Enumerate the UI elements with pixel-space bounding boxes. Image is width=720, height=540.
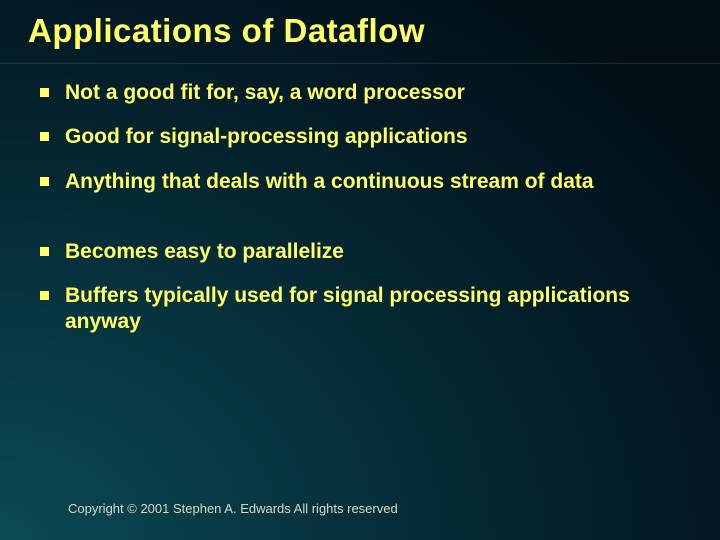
bullet-item: Becomes easy to parallelize bbox=[40, 239, 690, 265]
copyright-footer: Copyright © 2001 Stephen A. Edwards All … bbox=[68, 501, 398, 516]
square-bullet-icon bbox=[40, 88, 49, 97]
slide: Applications of Dataflow Not a good fit … bbox=[0, 0, 720, 540]
bullet-item: Buffers typically used for signal proces… bbox=[40, 283, 690, 336]
square-bullet-icon bbox=[40, 291, 49, 300]
bullet-item: Not a good fit for, say, a word processo… bbox=[40, 80, 690, 106]
slide-body: Not a good fit for, say, a word processo… bbox=[40, 80, 690, 354]
bullet-item: Good for signal-processing applications bbox=[40, 124, 690, 150]
square-bullet-icon bbox=[40, 132, 49, 141]
bullet-text: Buffers typically used for signal proces… bbox=[65, 283, 690, 336]
square-bullet-icon bbox=[40, 177, 49, 186]
bullet-item: Anything that deals with a continuous st… bbox=[40, 169, 690, 195]
bullet-text: Not a good fit for, say, a word processo… bbox=[65, 80, 690, 106]
bullet-text: Good for signal-processing applications bbox=[65, 124, 690, 150]
title-underline bbox=[0, 62, 720, 64]
bullet-text: Anything that deals with a continuous st… bbox=[65, 169, 690, 195]
slide-title: Applications of Dataflow bbox=[0, 0, 720, 50]
square-bullet-icon bbox=[40, 247, 49, 256]
bullet-text: Becomes easy to parallelize bbox=[65, 239, 690, 265]
